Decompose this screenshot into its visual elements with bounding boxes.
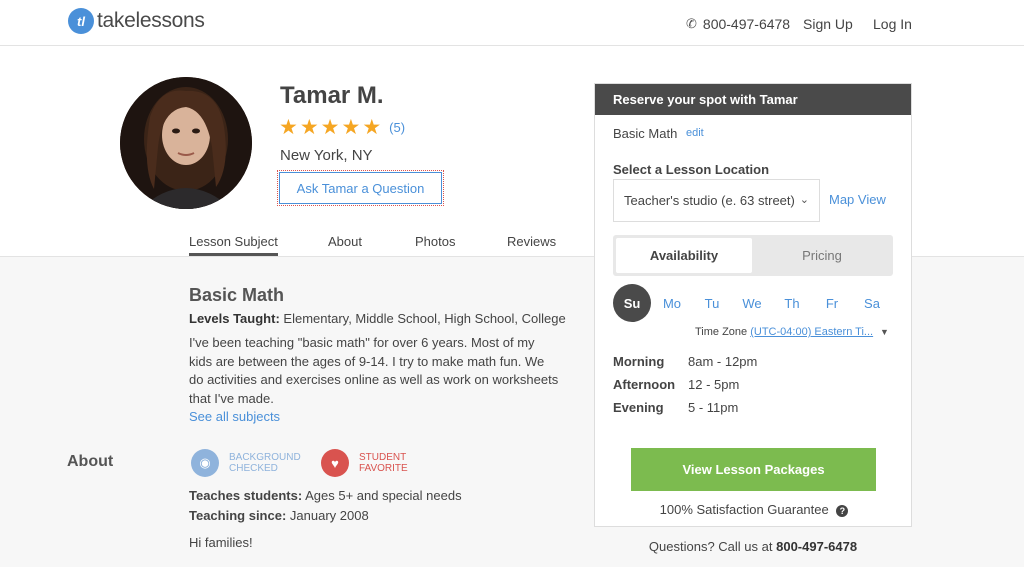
reserve-subject: Basic Math [613, 126, 678, 141]
subject-title: Basic Math [189, 285, 285, 305]
header-phone-number: 800-497-6478 [702, 16, 791, 32]
call-us-phone[interactable]: 800-497-6478 [776, 539, 857, 554]
review-count-link[interactable]: (5) [389, 120, 405, 135]
star-icon: ★ [279, 116, 298, 139]
tab-availability[interactable]: Availability [616, 238, 752, 273]
timezone-label: Time Zone [695, 326, 748, 338]
slot-label: Afternoon [613, 377, 676, 392]
ask-question-button[interactable]: Ask Tamar a Question [277, 170, 444, 206]
edit-subject-link[interactable]: edit [686, 127, 704, 139]
slot-time: 5 - 11pm [688, 400, 739, 415]
day-tu[interactable]: Tu [693, 284, 731, 322]
day-sa[interactable]: Sa [853, 284, 891, 322]
background-checked-badge: ◉ BACKGROUND CHECKED [191, 449, 305, 477]
guarantee-text: 100% Satisfaction Guarantee [659, 502, 829, 517]
day-mo[interactable]: Mo [653, 284, 691, 322]
slot-time: 12 - 5pm [688, 377, 740, 392]
call-us-text: Questions? Call us at [648, 539, 773, 554]
view-lesson-packages-button[interactable]: View Lesson Packages [631, 448, 876, 491]
star-icon: ★ [299, 116, 319, 139]
map-view-link[interactable]: Map View [829, 192, 886, 207]
reserve-panel: Reserve your spot with Tamar Basic Math … [594, 83, 912, 527]
logo-text: takelessons [97, 9, 205, 32]
location-select[interactable]: Teacher's studio (e. 63 street) ⌄ [613, 179, 820, 222]
login-link[interactable]: Log In [873, 16, 912, 32]
tab-photos[interactable]: Photos [415, 234, 455, 249]
see-all-subjects-link[interactable]: See all subjects [189, 409, 280, 424]
avatar-image [120, 77, 252, 209]
teaching-since: Teaching since: January 2008 [189, 508, 369, 523]
about-intro: Hi families! [189, 535, 253, 550]
slot-label: Evening [613, 400, 664, 415]
slot-time: 8am - 12pm [688, 354, 758, 369]
student-favorite-badge: ♥ STUDENT FAVORITE [321, 449, 419, 477]
levels-label: Levels Taught: [189, 311, 280, 326]
tab-pricing[interactable]: Pricing [754, 238, 890, 273]
badge-label: BACKGROUND CHECKED [229, 452, 301, 474]
star-icon: ★ [320, 116, 340, 139]
since-value: January 2008 [289, 508, 369, 523]
teaches-students: Teaches students: Ages 5+ and special ne… [189, 488, 462, 503]
since-label: Teaching since: [189, 508, 287, 523]
chevron-down-icon: ⌄ [799, 194, 809, 206]
location-value: Teacher's studio (e. 63 street) [624, 193, 795, 208]
availability-pricing-toggle: Availability Pricing [613, 235, 893, 276]
help-icon[interactable]: ? [836, 504, 849, 517]
timezone: Time Zone (UTC-04:00) Eastern Ti... [695, 326, 873, 338]
teacher-name: Tamar M. [280, 82, 384, 109]
logo-icon: tl [68, 8, 94, 34]
slot-label: Morning [613, 354, 665, 369]
caret-down-icon[interactable]: ▼ [880, 327, 889, 337]
rating: ★ ★ ★ ★ ★ (5) [279, 117, 405, 138]
avatar [120, 77, 252, 209]
timezone-select[interactable]: (UTC-04:00) Eastern Ti... [750, 326, 873, 338]
tab-lesson-subject[interactable]: Lesson Subject [189, 234, 278, 256]
phone-icon: ✆ [686, 16, 697, 31]
about-heading: About [67, 453, 114, 470]
day-su[interactable]: Su [613, 284, 651, 322]
day-picker: Su Mo Tu We Th Fr Sa [613, 284, 895, 322]
location-label: Select a Lesson Location [613, 162, 770, 177]
levels-value: Elementary, Middle School, High School, … [283, 311, 566, 326]
tab-about[interactable]: About [328, 234, 362, 249]
logo[interactable]: tl takelessons [68, 8, 205, 34]
site-header: tl takelessons ✆ 800-497-6478 Sign Up Lo… [0, 0, 1024, 46]
call-us: Questions? Call us at 800-497-6478 [594, 539, 912, 554]
subject-description: I've been teaching "basic math" for over… [189, 335, 559, 406]
heart-icon: ♥ [321, 449, 349, 477]
reserve-title: Reserve your spot with Tamar [595, 84, 911, 115]
star-icon: ★ [341, 116, 361, 139]
satisfaction-guarantee: 100% Satisfaction Guarantee ? [595, 502, 913, 517]
star-icon: ★ [362, 116, 382, 139]
day-th[interactable]: Th [773, 284, 811, 322]
header-phone[interactable]: ✆ 800-497-6478 [686, 16, 790, 32]
teaches-label: Teaches students: [189, 488, 303, 503]
shield-icon: ◉ [191, 449, 219, 477]
levels-taught: Levels Taught: Elementary, Middle School… [189, 311, 566, 326]
tab-reviews[interactable]: Reviews [507, 234, 556, 249]
badge-label: STUDENT FAVORITE [359, 452, 408, 474]
teacher-location: New York, NY [280, 147, 373, 164]
day-we[interactable]: We [733, 284, 771, 322]
signup-link[interactable]: Sign Up [803, 16, 853, 32]
day-fr[interactable]: Fr [813, 284, 851, 322]
teaches-value: Ages 5+ and special needs [305, 488, 462, 503]
